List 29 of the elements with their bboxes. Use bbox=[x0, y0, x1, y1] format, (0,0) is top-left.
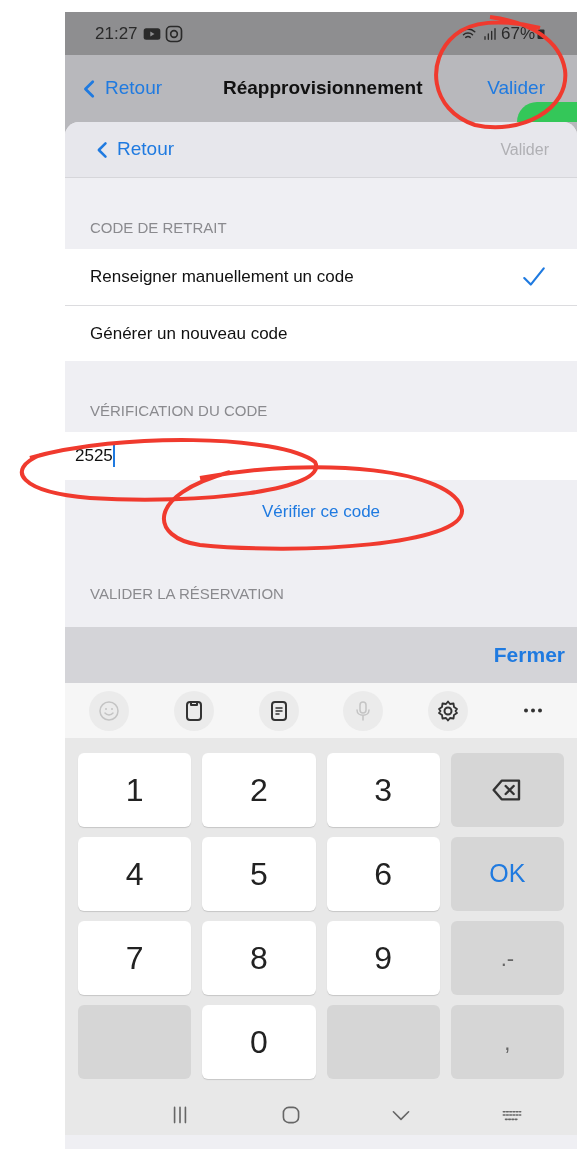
digit-key[interactable]: 6 bbox=[326, 837, 440, 911]
digit-key[interactable]: 7 bbox=[78, 921, 192, 995]
option-label: Renseigner manuellement un code bbox=[90, 266, 355, 289]
digit-key[interactable]: 8 bbox=[202, 921, 316, 995]
option-row[interactable]: Renseigner manuellement un code bbox=[65, 249, 577, 305]
status-time: 21:27 bbox=[95, 22, 138, 45]
backspace-key[interactable] bbox=[450, 753, 564, 827]
option-label: Générer un nouveau code bbox=[90, 322, 289, 345]
digit-key[interactable]: 5 bbox=[202, 837, 316, 911]
more-icon bbox=[523, 708, 543, 713]
verify-code-link[interactable]: Vérifier ce code bbox=[261, 499, 381, 525]
smiley-icon bbox=[97, 698, 121, 723]
digit-key[interactable]: 4 bbox=[78, 837, 192, 911]
section-header: VÉRIFICATION DU CODE bbox=[90, 402, 268, 419]
camera-app-icon bbox=[163, 23, 184, 44]
screen-title: Réapprovisionnement bbox=[223, 76, 423, 101]
digit-key[interactable]: 9 bbox=[326, 921, 440, 995]
section-header: VALIDER LA RÉSERVATION bbox=[90, 585, 284, 602]
settings-icon bbox=[436, 698, 461, 723]
digit-key[interactable]: 2 bbox=[202, 753, 316, 827]
digit-key[interactable]: 3 bbox=[326, 753, 440, 827]
option-row[interactable]: Générer un nouveau code bbox=[65, 305, 577, 361]
code-input-field[interactable]: 2525 bbox=[65, 432, 577, 480]
symbol-key[interactable]: , bbox=[450, 1005, 564, 1079]
section-header: CODE DE RETRAIT bbox=[90, 219, 227, 236]
battery-level: 67% bbox=[500, 22, 535, 45]
digit-key[interactable]: 1 bbox=[78, 753, 192, 827]
digit-key[interactable]: 0 bbox=[202, 1005, 316, 1079]
symbol-key[interactable]: .- bbox=[450, 921, 564, 995]
